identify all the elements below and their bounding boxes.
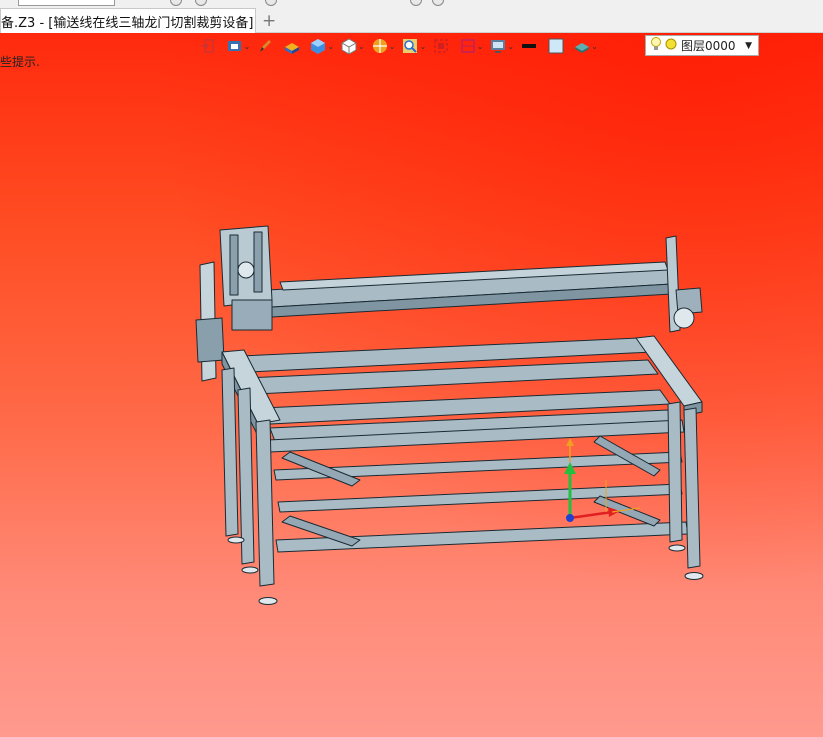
x-axis <box>569 510 613 520</box>
triad-origin <box>566 514 574 522</box>
left-drive-gear <box>195 317 225 363</box>
leg-back-right <box>667 401 683 543</box>
leg-back-left <box>221 367 239 537</box>
brace-4 <box>593 495 661 527</box>
left-gantry-motor <box>237 261 255 279</box>
gantry-cutting-machine-model[interactable] <box>0 0 823 737</box>
foot-1 <box>227 536 245 544</box>
coordinate-triad <box>564 438 641 522</box>
cutting-head <box>231 299 273 331</box>
foot-2 <box>241 566 259 574</box>
right-drive-wheel <box>673 307 695 329</box>
foot-4 <box>668 544 686 552</box>
foot-5 <box>684 572 704 580</box>
foot-3 <box>258 597 278 605</box>
left-gantry-post-b <box>253 231 263 293</box>
leg-front-right <box>683 407 701 569</box>
left-gantry-post-a <box>229 234 239 296</box>
